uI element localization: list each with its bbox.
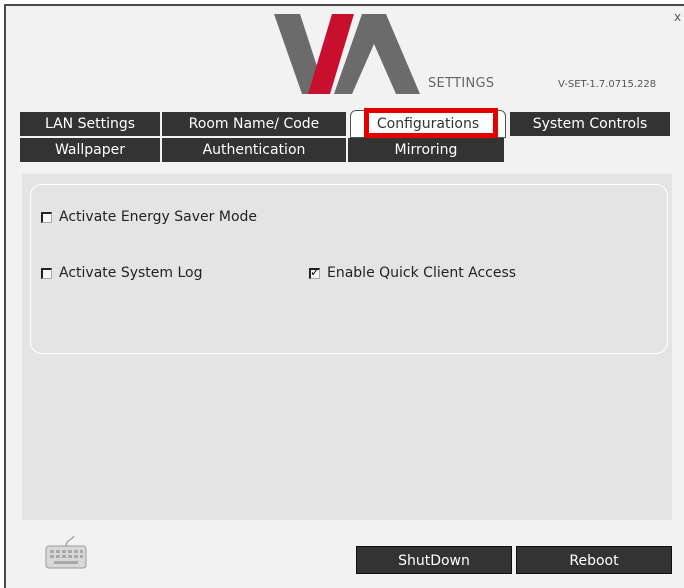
settings-tabs: LAN Settings Room Name/ Code Configurati… xyxy=(20,110,670,164)
tab-wallpaper[interactable]: Wallpaper xyxy=(20,138,160,162)
tab-lan-settings[interactable]: LAN Settings xyxy=(20,112,160,136)
checkbox-checked-icon: ✓ xyxy=(309,264,321,279)
system-log-label: Activate System Log xyxy=(59,265,203,281)
checkbox-unchecked-icon xyxy=(41,267,52,279)
via-logo xyxy=(274,14,420,94)
energy-saver-checkbox[interactable]: Activate Energy Saver Mode xyxy=(41,208,257,226)
shutdown-button[interactable]: ShutDown xyxy=(356,546,512,574)
system-log-checkbox[interactable]: Activate System Log xyxy=(41,264,203,282)
tab-mirroring[interactable]: Mirroring xyxy=(348,138,504,162)
options-group: Activate Energy Saver Mode Activate Syst… xyxy=(30,184,668,354)
tab-room-name-code[interactable]: Room Name/ Code xyxy=(162,112,346,136)
configurations-panel: Activate Energy Saver Mode Activate Syst… xyxy=(22,174,672,520)
settings-label: SETTINGS xyxy=(428,76,495,91)
quick-client-access-label: Enable Quick Client Access xyxy=(327,265,517,281)
settings-window: x SETTINGS V-SET-1.7.0715.228 LAN Settin… xyxy=(4,4,684,588)
header: SETTINGS V-SET-1.7.0715.228 xyxy=(6,6,684,102)
reboot-button[interactable]: Reboot xyxy=(516,546,672,574)
keyboard-icon[interactable] xyxy=(44,534,88,574)
energy-saver-label: Activate Energy Saver Mode xyxy=(59,209,258,225)
tab-configurations[interactable]: Configurations xyxy=(350,110,506,138)
version-label: V-SET-1.7.0715.228 xyxy=(558,79,657,90)
tab-authentication[interactable]: Authentication xyxy=(162,138,346,162)
quick-client-access-checkbox[interactable]: ✓ Enable Quick Client Access xyxy=(309,264,516,282)
tab-system-controls[interactable]: System Controls xyxy=(510,112,670,136)
checkbox-unchecked-icon xyxy=(41,211,52,223)
